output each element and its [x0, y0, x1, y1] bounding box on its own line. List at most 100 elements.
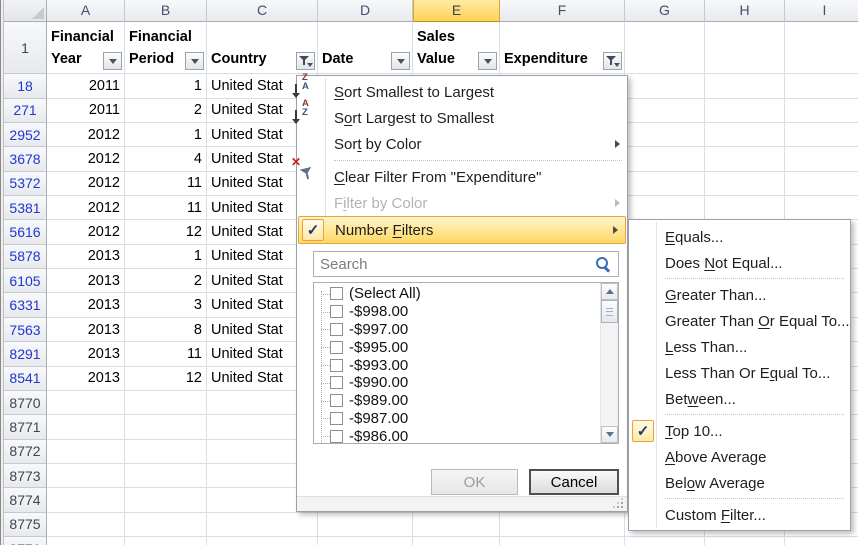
row-header-8291[interactable]: 8291: [4, 342, 47, 366]
cell-G8776[interactable]: [625, 537, 705, 545]
cell-A5878[interactable]: 2013: [47, 245, 125, 269]
column-header-F[interactable]: F: [500, 0, 625, 22]
row-header-18[interactable]: 18: [4, 74, 47, 98]
filter-button-expenditure[interactable]: [603, 52, 622, 70]
cell-A6331[interactable]: 2013: [47, 293, 125, 317]
filter-button-date[interactable]: [391, 52, 410, 70]
cancel-button[interactable]: Cancel: [529, 469, 619, 495]
filter-value-99800[interactable]: -$998.00: [314, 303, 601, 321]
checkbox-unchecked[interactable]: [330, 430, 343, 443]
cell-B8776[interactable]: [125, 537, 207, 545]
cell-B8291[interactable]: 11: [125, 342, 207, 366]
cell-C8776[interactable]: [207, 537, 318, 545]
cell-B8774[interactable]: [125, 488, 207, 512]
cell-A8541[interactable]: 2013: [47, 367, 125, 391]
cell-A8771[interactable]: [47, 415, 125, 439]
cell-B8771[interactable]: [125, 415, 207, 439]
submenu-item-greater-than-or-equal-to[interactable]: Greater Than Or Equal To...: [629, 308, 850, 334]
cell-F8776[interactable]: [500, 537, 625, 545]
filter-value-98900[interactable]: -$989.00: [314, 392, 601, 410]
cell-F8775[interactable]: [500, 513, 625, 537]
submenu-item-equals[interactable]: Equals...: [629, 224, 850, 250]
cell-A8770[interactable]: [47, 391, 125, 415]
cell-B5616[interactable]: 12: [125, 220, 207, 244]
submenu-item-custom-filter[interactable]: Custom Filter...: [629, 502, 850, 528]
submenu-item-top-10[interactable]: ✓Top 10...: [629, 418, 850, 444]
cell-H18[interactable]: [705, 74, 785, 98]
cell-C8775[interactable]: [207, 513, 318, 537]
cell-B5372[interactable]: 11: [125, 172, 207, 196]
cell-I2952[interactable]: [785, 123, 858, 147]
checkbox-unchecked[interactable]: [330, 323, 343, 336]
column-header-D[interactable]: D: [318, 0, 413, 22]
scrollbar-thumb[interactable]: [601, 300, 618, 323]
submenu-item-does-not-equal[interactable]: Does Not Equal...: [629, 250, 850, 276]
checkbox-unchecked[interactable]: [330, 394, 343, 407]
cell-A8772[interactable]: [47, 440, 125, 464]
filter-button-financial-year[interactable]: [103, 52, 122, 70]
cell-G5381[interactable]: [625, 196, 705, 220]
row-header-7563[interactable]: 7563: [4, 318, 47, 342]
cell-H2952[interactable]: [705, 123, 785, 147]
cell-B18[interactable]: 1: [125, 74, 207, 98]
select-all-corner[interactable]: [4, 0, 47, 22]
row-header-8775[interactable]: 8775: [4, 513, 47, 537]
scroll-up-button[interactable]: [601, 283, 618, 300]
cell-E8775[interactable]: [413, 513, 500, 537]
row-header-8771[interactable]: 8771: [4, 415, 47, 439]
row-header-6105[interactable]: 6105: [4, 269, 47, 293]
column-header-E[interactable]: E: [413, 0, 500, 22]
filter-value-99000[interactable]: -$990.00: [314, 374, 601, 392]
filter-value-98600[interactable]: -$986.00: [314, 427, 601, 443]
row-header-3678[interactable]: 3678: [4, 147, 47, 171]
cell-B5878[interactable]: 1: [125, 245, 207, 269]
cell-I18[interactable]: [785, 74, 858, 98]
cell-D8776[interactable]: [318, 537, 413, 545]
cell-A7563[interactable]: 2013: [47, 318, 125, 342]
checkbox-unchecked[interactable]: [330, 412, 343, 425]
row-header-5616[interactable]: 5616: [4, 220, 47, 244]
submenu-item-greater-than[interactable]: Greater Than...: [629, 282, 850, 308]
filter-value-select-all[interactable]: (Select All): [314, 285, 601, 303]
cell-I5372[interactable]: [785, 172, 858, 196]
cell-A8773[interactable]: [47, 464, 125, 488]
cell-H8776[interactable]: [705, 537, 785, 545]
menu-resize-strip[interactable]: [297, 496, 627, 511]
column-header-I[interactable]: I: [785, 0, 858, 22]
row-header-8770[interactable]: 8770: [4, 391, 47, 415]
resize-grip-icon[interactable]: [611, 498, 623, 508]
cell-B271[interactable]: 2: [125, 99, 207, 123]
cell-A2952[interactable]: 2012: [47, 123, 125, 147]
cell-G5372[interactable]: [625, 172, 705, 196]
cell-B6331[interactable]: 3: [125, 293, 207, 317]
cell-A18[interactable]: 2011: [47, 74, 125, 98]
cell-I5381[interactable]: [785, 196, 858, 220]
cell-I3678[interactable]: [785, 147, 858, 171]
filter-button-country[interactable]: [296, 52, 315, 70]
filter-value-98700[interactable]: -$987.00: [314, 410, 601, 428]
submenu-item-below-average[interactable]: Below Average: [629, 470, 850, 496]
cell-H5372[interactable]: [705, 172, 785, 196]
cell-H5381[interactable]: [705, 196, 785, 220]
cell-B8773[interactable]: [125, 464, 207, 488]
row-header-8774[interactable]: 8774: [4, 488, 47, 512]
cell-A3678[interactable]: 2012: [47, 147, 125, 171]
column-header-B[interactable]: B: [125, 0, 207, 22]
filter-value-99500[interactable]: -$995.00: [314, 338, 601, 356]
cell-D8775[interactable]: [318, 513, 413, 537]
cell-B8541[interactable]: 12: [125, 367, 207, 391]
cell-E8776[interactable]: [413, 537, 500, 545]
cell-A8775[interactable]: [47, 513, 125, 537]
list-scrollbar[interactable]: [600, 283, 618, 443]
column-header-A[interactable]: A: [47, 0, 125, 22]
row-header-271[interactable]: 271: [4, 99, 47, 123]
cell-G3678[interactable]: [625, 147, 705, 171]
cell-A5616[interactable]: 2012: [47, 220, 125, 244]
cell-A5372[interactable]: 2012: [47, 172, 125, 196]
cell-B7563[interactable]: 8: [125, 318, 207, 342]
cell-I271[interactable]: [785, 99, 858, 123]
cell-B3678[interactable]: 4: [125, 147, 207, 171]
cell-A8291[interactable]: 2013: [47, 342, 125, 366]
column-header-C[interactable]: C: [207, 0, 318, 22]
menu-item-sort-largest-to-smallest[interactable]: ZASort Largest to Smallest: [297, 105, 627, 131]
